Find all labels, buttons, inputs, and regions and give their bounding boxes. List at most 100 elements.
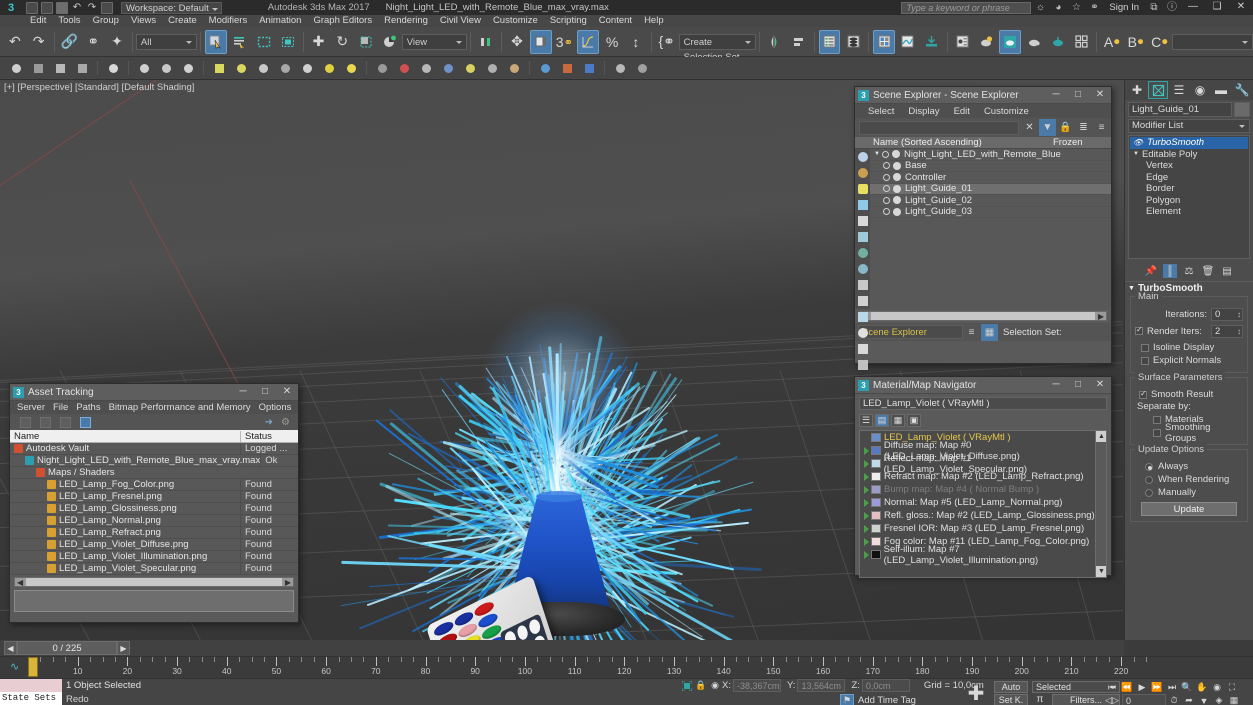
bake-icon[interactable] <box>579 59 599 77</box>
redo-button[interactable]: ↷ <box>28 30 50 54</box>
scene-explorer-search-input[interactable] <box>859 121 1019 135</box>
iterations-spinner[interactable]: 0 <box>1211 308 1243 321</box>
selection-set-icon[interactable]: ▦ <box>981 324 998 341</box>
menu-item-customize[interactable]: Customize <box>487 15 544 27</box>
cylinder-icon[interactable] <box>253 59 273 77</box>
make-unique-icon[interactable]: ⚖ <box>1182 264 1196 278</box>
cone-icon[interactable] <box>297 59 317 77</box>
object-name-field[interactable]: Light_Guide_01 <box>1128 102 1232 117</box>
material-map-row[interactable]: Normal: Map #5 (LED_Lamp_Normal.png) <box>860 496 1106 509</box>
search-input[interactable]: Type a keyword or phrase <box>901 2 1031 14</box>
box-icon[interactable] <box>209 59 229 77</box>
scene-explorer-menu-select[interactable]: Select <box>861 106 901 117</box>
remove-modifier-icon[interactable]: 🗑 <box>1201 264 1215 278</box>
wire-icon[interactable] <box>394 59 414 77</box>
particles-filter-icon[interactable] <box>855 293 870 309</box>
select-by-name-button[interactable] <box>229 30 251 54</box>
material-icon[interactable] <box>535 59 555 77</box>
user-icon[interactable]: ⚭ <box>1085 0 1103 15</box>
hidden-filter-icon[interactable] <box>855 325 870 341</box>
asset-tracking-menu-paths[interactable]: Paths <box>72 402 104 413</box>
visibility-eye-icon[interactable] <box>882 151 889 158</box>
set-key-button[interactable]: Set K. <box>994 694 1028 705</box>
tab-hierarchy[interactable]: ☰ <box>1169 81 1189 99</box>
scene-explorer-close-button[interactable]: ✕ <box>1089 87 1111 104</box>
scene-explorer-row[interactable]: Controller <box>870 172 1111 184</box>
select-and-rotate-button[interactable]: ↻ <box>331 30 353 54</box>
small-icons-view-icon[interactable]: ▦ <box>891 414 905 427</box>
update-button[interactable]: Update <box>1141 502 1237 516</box>
sort-icon[interactable]: ≡ <box>963 324 980 341</box>
workspace-icon[interactable] <box>101 2 113 14</box>
scene-explorer-row[interactable]: Base <box>870 161 1111 173</box>
get-latest-icon[interactable] <box>60 417 71 428</box>
maximize-viewport-icon[interactable]: ⛶ <box>1225 681 1239 694</box>
key-mode-icon[interactable]: π <box>1032 694 1048 705</box>
frozen-filter-icon[interactable] <box>855 309 870 325</box>
scroll-up-arrow[interactable]: ▲ <box>1096 431 1107 442</box>
isoline-display-checkbox[interactable] <box>1141 344 1149 352</box>
scene-explorer-minimize-button[interactable]: ─ <box>1045 87 1067 104</box>
lock-selection-icon[interactable]: 🔒 <box>694 679 708 692</box>
material-c-button[interactable]: C● <box>1149 30 1171 54</box>
tab-motion[interactable]: ◉ <box>1190 81 1210 99</box>
play-animation-icon[interactable]: ▶ <box>1135 681 1149 694</box>
asset-tracking-window[interactable]: 3 Asset Tracking ─ □ ✕ ServerFilePathsBi… <box>9 383 299 623</box>
menu-item-edit[interactable]: Edit <box>24 15 52 27</box>
scene-explorer-button[interactable] <box>819 30 841 54</box>
sign-in-button[interactable]: Sign In <box>1103 2 1145 13</box>
material-b-button[interactable]: B● <box>1125 30 1147 54</box>
asset-tracking-menu-options[interactable]: Options <box>255 402 296 413</box>
asset-tracking-hscrollbar[interactable]: ◀ ▶ <box>14 577 294 587</box>
percent-snap-button[interactable]: % <box>601 30 623 54</box>
redo-icon[interactable]: ↷ <box>86 2 98 14</box>
named-material-combo[interactable] <box>1172 34 1253 50</box>
go-to-start-icon[interactable]: ⏮ <box>1105 681 1119 694</box>
asset-tracking-menu-bitmap-performance-and-memory[interactable]: Bitmap Performance and Memory <box>105 402 255 413</box>
layer-explorer-button[interactable]: 3⚭ <box>554 30 576 54</box>
manually-row[interactable]: Manually <box>1135 486 1243 499</box>
spot-light-icon[interactable] <box>460 59 480 77</box>
material-map-row[interactable]: Reflect map: Map #1 (LED_Lamp_Violet_Spe… <box>860 457 1106 470</box>
align-objects-icon[interactable] <box>788 30 810 54</box>
menu-item-views[interactable]: Views <box>125 15 162 27</box>
asset-row[interactable]: LED_Lamp_Refract.pngFound <box>10 527 298 539</box>
min-max-toggle-icon[interactable]: ▦ <box>1227 694 1241 705</box>
asset-row[interactable]: Autodesk VaultLogged ... <box>10 443 298 455</box>
time-configuration-icon[interactable]: ⏱ <box>1167 694 1181 705</box>
key-mode-toggle-icon[interactable]: ◁▷ <box>1105 694 1119 705</box>
use-pivot-point-center-button[interactable] <box>475 30 497 54</box>
rollout-collapse-icon[interactable]: ▼ <box>1128 285 1135 292</box>
next-frame-button[interactable]: ▶ <box>117 641 130 655</box>
column-header-frozen[interactable]: Frozen <box>1053 137 1111 148</box>
configure-modifier-sets-icon[interactable]: ▤ <box>1220 264 1234 278</box>
asset-row[interactable]: LED_Lamp_Normal.pngFound <box>10 515 298 527</box>
geometry-filter-icon[interactable] <box>855 149 870 165</box>
at-hscroll-thumb[interactable] <box>26 578 282 586</box>
render-iters-spinner[interactable]: 2 <box>1211 325 1243 338</box>
modifier-stack[interactable]: 👁TurboSmooth▼Editable PolyVertexEdgeBord… <box>1128 135 1250 259</box>
free-light-icon[interactable] <box>482 59 502 77</box>
add-time-tag-icon[interactable]: ⚑ <box>840 694 854 705</box>
render-setup-button[interactable] <box>921 30 943 54</box>
time-slider-handle[interactable] <box>28 657 38 677</box>
plane-icon[interactable] <box>341 59 361 77</box>
refresh-assets-icon[interactable] <box>80 417 91 428</box>
auto-key-plus-icon[interactable]: ✚ <box>962 681 990 705</box>
scene-explorer-row[interactable]: Light_Guide_02 <box>870 195 1111 207</box>
material-list-scrollbar[interactable]: ▲ ▼ <box>1095 431 1106 577</box>
bones-filter-icon[interactable] <box>855 277 870 293</box>
scene-explorer-window[interactable]: 3 Scene Explorer - Scene Explorer ─ □ ✕ … <box>854 86 1112 364</box>
check-in-icon[interactable] <box>40 417 51 428</box>
scene-explorer-row[interactable]: ▼Night_Light_LED_with_Remote_Blue <box>870 149 1111 161</box>
material-map-row[interactable]: Self-illum: Map #7 (LED_Lamp_Violet_Illu… <box>860 548 1106 561</box>
dummy-icon[interactable] <box>178 59 198 77</box>
visibility-eye-icon[interactable] <box>883 174 890 181</box>
modifier-eye-icon[interactable]: 👁 <box>1133 138 1143 147</box>
groups-filter-icon[interactable] <box>855 245 870 261</box>
hscroll-thumb[interactable] <box>871 312 1095 320</box>
current-key-field[interactable]: 0 <box>1122 694 1166 705</box>
when-rendering-row[interactable]: When Rendering <box>1135 473 1243 486</box>
z-field[interactable]: 0,0cm <box>862 679 910 692</box>
tab-modify[interactable] <box>1148 81 1168 99</box>
